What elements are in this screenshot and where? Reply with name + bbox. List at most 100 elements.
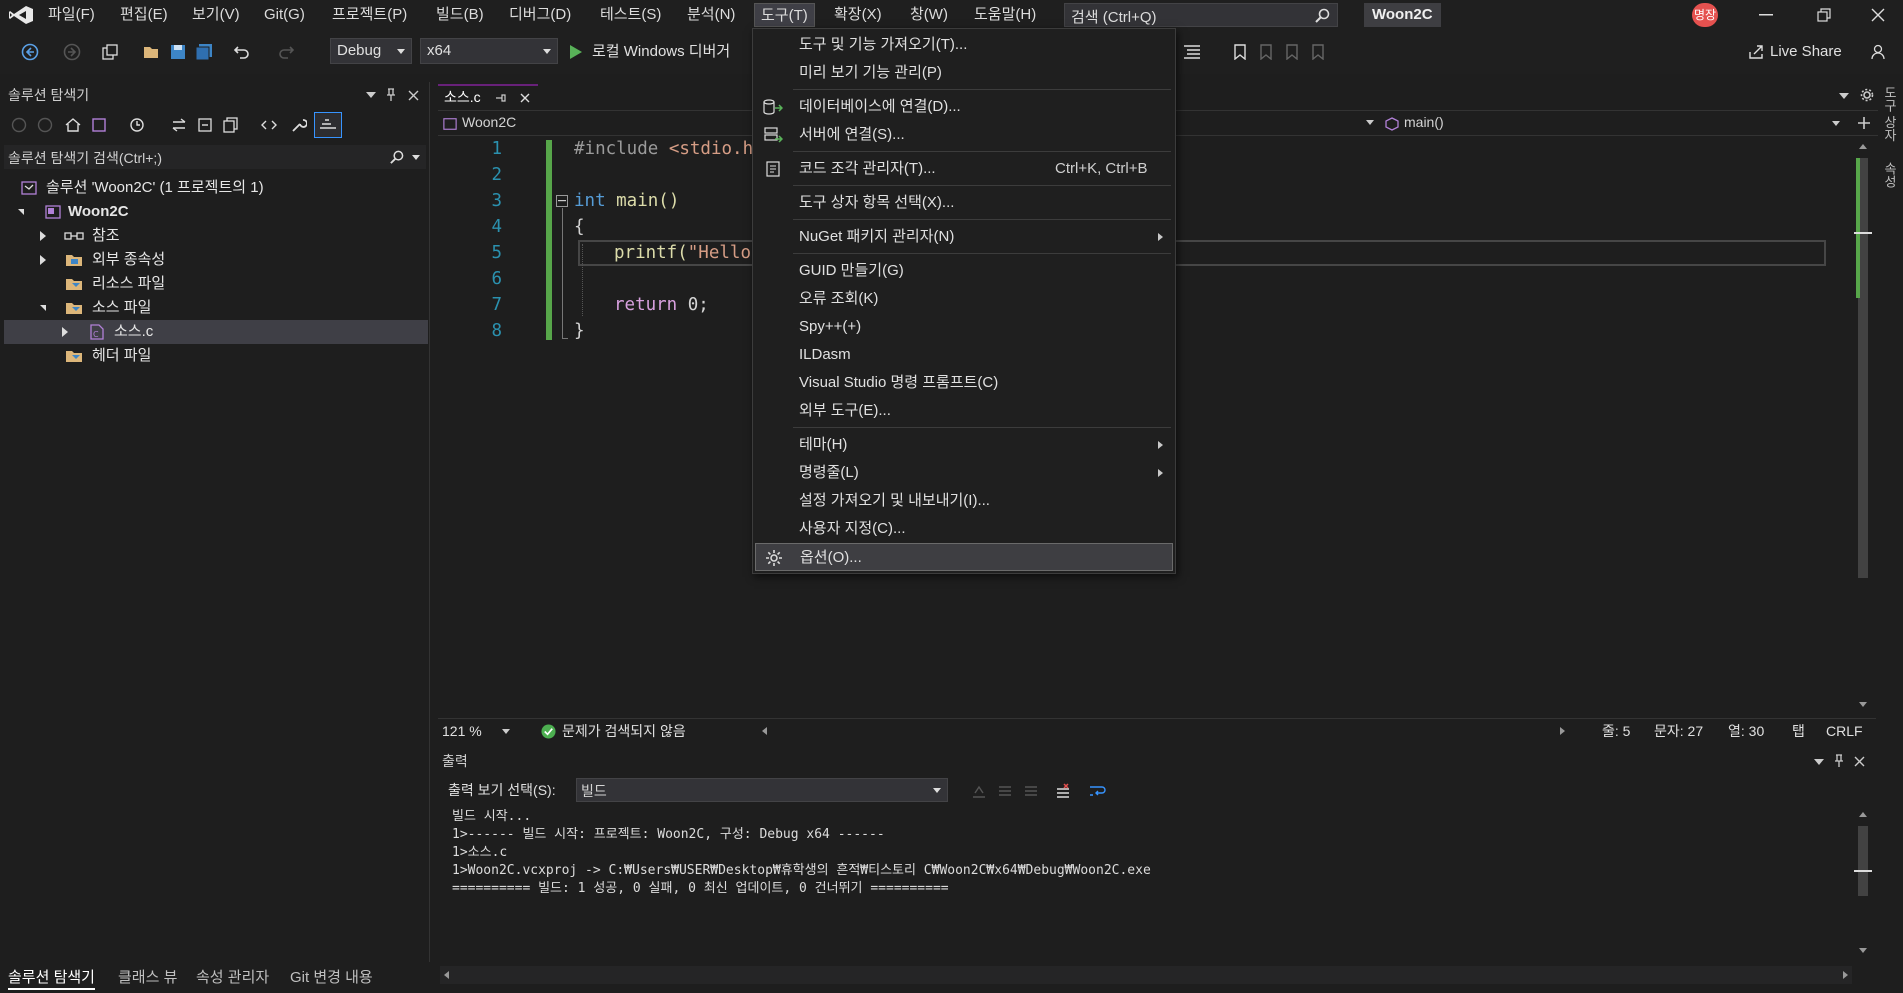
sync-icon[interactable] <box>170 116 188 134</box>
menu-item-spy[interactable]: Spy++(+) <box>755 313 1173 341</box>
save-all-icon[interactable] <box>194 42 214 62</box>
tree-item-resource-files[interactable]: 리소스 파일 <box>4 272 428 296</box>
collapse-outline-icon[interactable] <box>556 195 568 207</box>
output-vertical-scrollbar[interactable] <box>1854 810 1872 960</box>
menu-build[interactable]: 빌드(B) <box>430 3 490 27</box>
menu-test[interactable]: 테스트(S) <box>594 3 667 27</box>
column-indicator[interactable]: 열: 30 <box>1728 720 1764 742</box>
tree-item-references[interactable]: 참조 <box>4 224 428 248</box>
bookmark-next-icon[interactable] <box>1282 42 1302 62</box>
collapsed-arrow-icon[interactable] <box>40 255 46 265</box>
clear-all-icon[interactable] <box>1054 782 1072 800</box>
scroll-down-arrow-icon[interactable] <box>1859 948 1867 953</box>
menu-item-command-prompt[interactable]: Visual Studio 명령 프롬프트(C) <box>755 369 1173 397</box>
close-panel-icon[interactable] <box>406 88 420 102</box>
tab-solution-explorer[interactable]: 솔루션 탐색기 <box>8 966 95 990</box>
scroll-right-arrow-icon[interactable] <box>1843 971 1848 979</box>
start-debugging-icon[interactable] <box>566 42 586 62</box>
navigate-back-icon[interactable] <box>20 42 40 62</box>
menu-item-error-lookup[interactable]: 오류 조회(K) <box>755 285 1173 313</box>
menu-item-import-export-settings[interactable]: 설정 가져오기 및 내보내기(I)... <box>755 487 1173 515</box>
home-icon[interactable] <box>64 116 82 134</box>
scroll-up-arrow-icon[interactable] <box>1859 812 1867 817</box>
pending-changes-icon[interactable] <box>128 116 146 134</box>
menu-item-external-tools[interactable]: 외부 도구(E)... <box>755 397 1173 425</box>
bookmark-icon[interactable] <box>1230 42 1250 62</box>
solution-search-box[interactable]: 솔루션 탐색기 검색(Ctrl+;) <box>4 145 426 169</box>
menu-analyze[interactable]: 분석(N) <box>681 3 741 27</box>
pin-icon[interactable] <box>1832 753 1846 769</box>
menu-extensions[interactable]: 확장(X) <box>828 3 888 27</box>
word-wrap-icon[interactable] <box>1088 782 1106 800</box>
show-all-files-icon[interactable] <box>222 116 240 134</box>
char-indicator[interactable]: 문자: 27 <box>1654 720 1703 742</box>
split-icon[interactable] <box>1856 115 1872 131</box>
tree-item-solution[interactable]: 솔루션 'Woon2C' (1 프로젝트의 1) <box>4 176 428 200</box>
line-indicator[interactable]: 줄: 5 <box>1602 720 1630 742</box>
menu-edit[interactable]: 편집(E) <box>114 3 174 27</box>
run-debugger-button[interactable]: 로컬 Windows 디버거 <box>592 40 752 64</box>
project-nav-dropdown[interactable]: Woon2C <box>440 113 790 135</box>
menu-item-code-snippets[interactable]: 코드 조각 관리자(T)... Ctrl+K, Ctrl+B <box>755 155 1173 183</box>
user-avatar[interactable]: 명장 <box>1692 3 1718 27</box>
live-share-icon[interactable] <box>1746 42 1766 62</box>
tab-indicator[interactable]: 탭 <box>1792 720 1805 742</box>
code-view-icon[interactable] <box>260 116 278 134</box>
panel-menu-icon[interactable] <box>1812 755 1826 769</box>
scroll-right-arrow-icon[interactable] <box>1560 727 1565 735</box>
platform-select[interactable]: x64 <box>420 38 558 64</box>
output-source-select[interactable]: 빌드 <box>576 778 948 802</box>
format-icon[interactable] <box>1182 42 1202 62</box>
settings-gear-icon[interactable] <box>1860 88 1874 102</box>
panel-menu-icon[interactable] <box>364 88 378 102</box>
next-message-icon[interactable] <box>1022 782 1040 800</box>
open-folder-icon[interactable] <box>142 42 162 62</box>
bookmark-clear-icon[interactable] <box>1308 42 1328 62</box>
chevron-down-icon[interactable] <box>502 729 510 734</box>
menu-item-create-guid[interactable]: GUID 만들기(G) <box>755 257 1173 285</box>
scope-dropdown-arrow[interactable] <box>1366 120 1374 125</box>
collapsed-arrow-icon[interactable] <box>40 231 46 241</box>
scroll-down-arrow-icon[interactable] <box>1859 702 1867 707</box>
tab-source-c[interactable]: 소스.c <box>438 84 538 108</box>
previous-message-icon[interactable] <box>996 782 1014 800</box>
menu-item-preview-features[interactable]: 미리 보기 기능 관리(P) <box>755 59 1173 87</box>
menu-item-command-line[interactable]: 명령줄(L) <box>755 459 1173 487</box>
issues-status[interactable]: 문제가 검색되지 않음 <box>562 720 686 742</box>
expanded-arrow-icon[interactable] <box>18 209 24 215</box>
tab-close-icon[interactable] <box>518 91 532 105</box>
save-icon[interactable] <box>168 42 188 62</box>
scroll-up-arrow-icon[interactable] <box>1859 144 1867 149</box>
close-window-icon[interactable] <box>1866 6 1890 24</box>
scroll-left-arrow-icon[interactable] <box>444 971 449 979</box>
menu-help[interactable]: 도움말(H) <box>968 3 1042 27</box>
bookmark-prev-icon[interactable] <box>1256 42 1276 62</box>
search-icon[interactable] <box>1313 7 1331 25</box>
toolbox-tab[interactable]: 도구 상자 <box>1882 86 1899 142</box>
tab-property-manager[interactable]: 속성 관리자 <box>196 966 269 990</box>
zoom-level[interactable]: 121 % <box>442 720 482 742</box>
tree-item-header-files[interactable]: 헤더 파일 <box>4 344 428 368</box>
preview-selected-icon[interactable] <box>314 112 342 138</box>
tab-git-changes[interactable]: Git 변경 내용 <box>290 966 373 990</box>
menu-window[interactable]: 창(W) <box>904 3 954 27</box>
tree-item-source-files[interactable]: 소스 파일 <box>4 296 428 320</box>
tab-class-view[interactable]: 클래스 뷰 <box>118 966 177 990</box>
configuration-select[interactable]: Debug <box>330 38 412 64</box>
editor-vertical-scrollbar[interactable] <box>1854 140 1872 714</box>
menu-git[interactable]: Git(G) <box>258 3 311 27</box>
minimize-icon[interactable] <box>1754 6 1778 24</box>
restore-icon[interactable] <box>1812 6 1836 24</box>
menu-item-customize[interactable]: 사용자 지정(C)... <box>755 515 1173 543</box>
navigate-forward-icon[interactable] <box>62 42 82 62</box>
collapse-all-icon[interactable] <box>196 116 214 134</box>
menu-file[interactable]: 파일(F) <box>42 3 101 27</box>
menu-view[interactable]: 보기(V) <box>186 3 246 27</box>
tree-item-project[interactable]: Woon2C <box>4 200 428 224</box>
menu-debug[interactable]: 디버그(D) <box>503 3 577 27</box>
tree-item-external-dependencies[interactable]: 외부 종속성 <box>4 248 428 272</box>
tree-item-source-c[interactable]: C 소스.c <box>4 320 428 344</box>
live-share-button[interactable]: Live Share <box>1770 40 1842 64</box>
menu-project[interactable]: 프로젝트(P) <box>326 3 413 27</box>
tab-list-icon[interactable] <box>1838 90 1850 102</box>
